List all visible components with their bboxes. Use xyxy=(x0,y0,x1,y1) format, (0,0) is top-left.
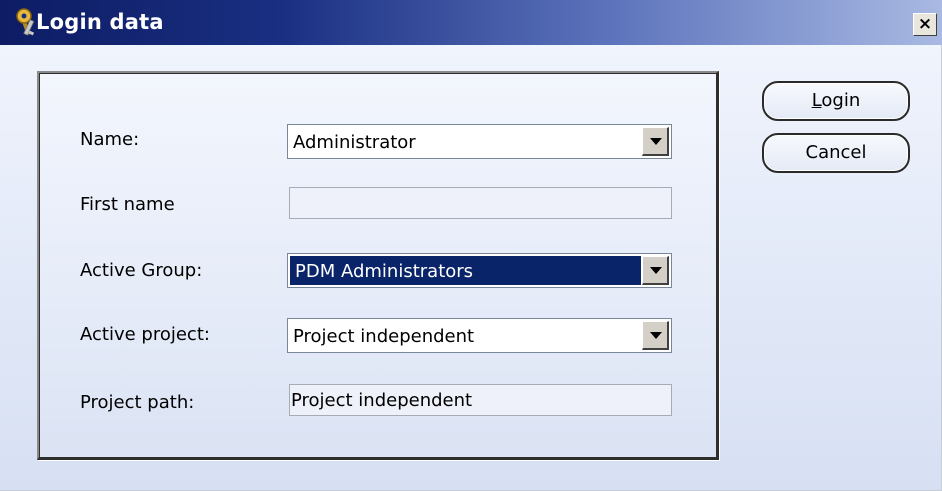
active-project-combobox[interactable]: Project independent xyxy=(287,318,672,353)
login-button-label: ogin xyxy=(821,90,861,111)
active-project-value: Project independent xyxy=(293,326,475,347)
active-group-label: Active Group: xyxy=(80,260,203,281)
active-group-combobox[interactable]: PDM Administrators xyxy=(287,253,672,288)
login-button-accelerator: L xyxy=(811,90,822,111)
chevron-down-icon xyxy=(650,138,662,145)
project-path-value: Project independent xyxy=(291,390,473,411)
project-path-label: Project path: xyxy=(80,392,195,413)
cancel-button[interactable]: Cancel xyxy=(762,133,910,173)
name-dropdown-button[interactable] xyxy=(642,127,669,156)
first-name-field[interactable] xyxy=(289,187,672,219)
name-label: Name: xyxy=(80,129,140,150)
login-button[interactable]: Login xyxy=(762,81,910,121)
active-group-dropdown-button[interactable] xyxy=(642,256,669,285)
active-project-dropdown-button[interactable] xyxy=(642,321,669,350)
first-name-label: First name xyxy=(80,194,175,215)
active-project-label: Active project: xyxy=(80,324,210,345)
close-icon: × xyxy=(917,14,933,34)
project-path-field[interactable]: Project independent xyxy=(289,384,672,416)
name-combobox[interactable]: Administrator xyxy=(287,124,672,159)
window-title: Login data xyxy=(36,10,164,34)
chevron-down-icon xyxy=(650,332,662,339)
active-group-value: PDM Administrators xyxy=(295,261,474,282)
login-dialog: Login data × Name: Administrator First n… xyxy=(0,0,942,491)
close-button[interactable]: × xyxy=(913,13,937,36)
chevron-down-icon xyxy=(650,267,662,274)
cancel-button-label: Cancel xyxy=(805,142,867,163)
title-bar[interactable]: Login data × xyxy=(0,0,942,45)
name-value: Administrator xyxy=(293,132,416,153)
